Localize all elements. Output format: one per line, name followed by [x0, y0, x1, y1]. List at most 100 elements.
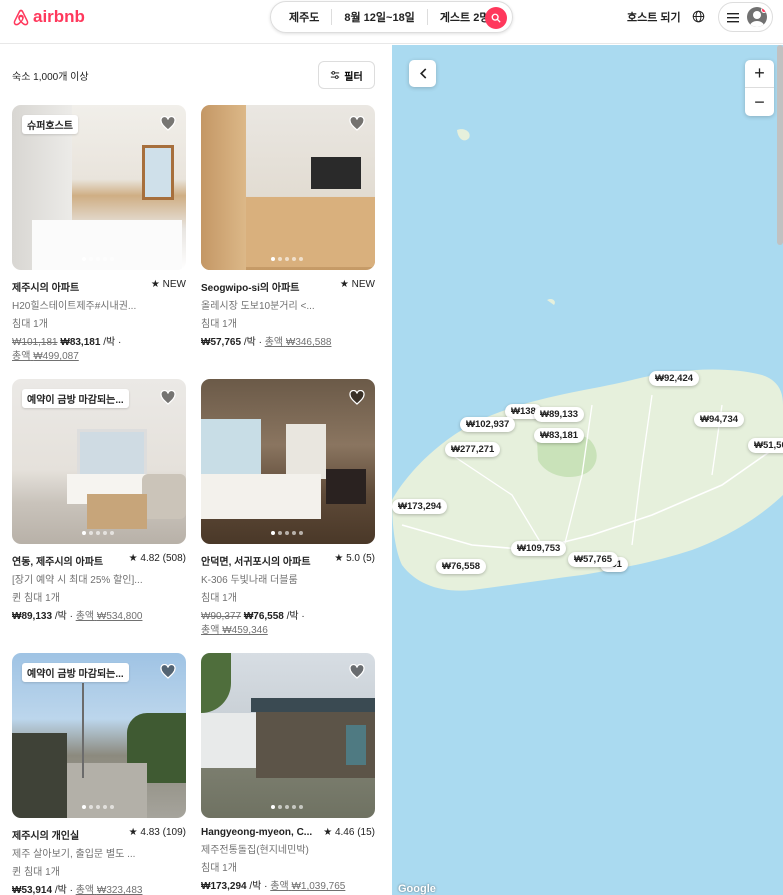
- listing-price: ₩173,294 /박 · 총액 ₩1,039,765: [201, 880, 375, 894]
- price-pin[interactable]: ₩102,937: [460, 417, 516, 432]
- listing-card[interactable]: Hangyeong-myeon, C... ★ 4.46 (15) 제주전통돌집(…: [201, 653, 375, 894]
- listing-card[interactable]: Seogwipo-si의 아파트 ★ NEW 올레시장 도보10분거리 <... …: [201, 105, 375, 350]
- photo-sofa: [142, 474, 186, 519]
- listing-photo[interactable]: [201, 653, 375, 818]
- per-night: /박 ·: [249, 881, 268, 892]
- search-bar[interactable]: 제주도 8월 12일~18일 게스트 2명: [270, 1, 513, 33]
- listing-card[interactable]: 예약이 금방 마감되는... 연동, 제주시의 아파트 ★ 4.82 (508) …: [12, 379, 186, 624]
- photo-door: [346, 725, 366, 765]
- listing-card[interactable]: 안덕면, 서귀포시의 아파트 ★ 5.0 (5) K-306 두빛나래 더블룸 침…: [201, 379, 375, 638]
- collapse-map-button[interactable]: [409, 60, 436, 87]
- listing-title: Seogwipo-si의 아파트: [201, 283, 300, 294]
- listing-rating: ★ 4.82 (508): [128, 553, 186, 564]
- original-price: ₩101,181: [12, 337, 58, 348]
- hamburger-icon: [727, 12, 739, 22]
- google-attribution: Google: [398, 883, 436, 895]
- per-night: /박 ·: [286, 611, 305, 622]
- listing-rating: ★ 4.83 (109): [128, 827, 186, 838]
- price-pin[interactable]: ₩173,294: [392, 499, 448, 514]
- globe-icon[interactable]: [692, 10, 705, 23]
- photo-stone-wall: [12, 733, 67, 818]
- price-pin[interactable]: ₩89,133: [534, 407, 585, 422]
- listing-rating: ★ 4.46 (15): [323, 827, 375, 838]
- photo-window: [142, 145, 174, 200]
- listing-title: 제주시의 개인실: [12, 831, 80, 842]
- photo-roof: [251, 698, 375, 712]
- photo-road: [67, 763, 147, 818]
- chevron-left-icon: [419, 68, 426, 79]
- zoom-out-button[interactable]: −: [745, 88, 774, 116]
- map-canvas[interactable]: [392, 45, 783, 895]
- heart-icon[interactable]: [160, 116, 176, 131]
- popular-badge: 예약이 금방 마감되는...: [22, 389, 129, 408]
- zoom-controls: + −: [745, 60, 774, 116]
- listing-photo[interactable]: 슈퍼호스트: [12, 105, 186, 270]
- listing-card[interactable]: 슈퍼호스트 제주시의 아파트 ★ NEW H20힐스테이트제주#시내권... 침대…: [12, 105, 186, 364]
- search-dates[interactable]: 8월 12일~18일: [332, 9, 426, 25]
- price-pin[interactable]: ₩277,271: [445, 442, 501, 457]
- scrollbar[interactable]: [777, 45, 783, 245]
- photo-bed: [201, 474, 321, 519]
- listing-rating: ★ 5.0 (5): [334, 553, 375, 564]
- listing-card[interactable]: 예약이 금방 마감되는... 제주시의 개인실 ★ 4.83 (109) 제주 살…: [12, 653, 186, 895]
- total-price[interactable]: 총액 ₩534,800: [76, 611, 143, 622]
- carousel-dots: [271, 257, 303, 261]
- heart-icon[interactable]: [349, 390, 365, 405]
- heart-icon[interactable]: [160, 664, 176, 679]
- user-menu-button[interactable]: [718, 2, 773, 32]
- listing-rating: ★ NEW: [339, 279, 375, 290]
- search-location[interactable]: 제주도: [271, 9, 331, 25]
- total-price[interactable]: 총액 ₩459,346: [201, 625, 268, 636]
- price-pin[interactable]: ₩92,424: [649, 371, 700, 386]
- listing-price: ₩89,133 /박 · 총액 ₩534,800: [12, 610, 186, 624]
- price-pin[interactable]: ₩76,558: [436, 559, 487, 574]
- carousel-dots: [82, 257, 114, 261]
- carousel-dots: [271, 531, 303, 535]
- listing-panel: 숙소 1,000개 이상 필터 슈퍼호스트 제주시의 아파트 ★ NEW H20힐…: [0, 45, 392, 895]
- listing-beds: 침대 1개: [201, 863, 237, 874]
- filter-button[interactable]: 필터: [318, 61, 375, 89]
- nightly-price: ₩89,133: [12, 611, 53, 622]
- listing-photo[interactable]: [201, 105, 375, 270]
- price-pin[interactable]: ₩94,734: [694, 412, 745, 427]
- listing-description: 올레시장 도보10분거리 <...: [201, 301, 315, 312]
- per-night: /박 ·: [54, 611, 73, 622]
- superhost-badge: 슈퍼호스트: [22, 115, 78, 134]
- search-button[interactable]: [485, 7, 507, 29]
- price-pin[interactable]: ₩51,50: [748, 438, 783, 453]
- photo-tv: [311, 157, 361, 189]
- photo-cabinet: [201, 105, 246, 270]
- total-price[interactable]: 총액 ₩323,483: [76, 885, 143, 895]
- total-price[interactable]: 총액 ₩346,588: [265, 337, 332, 348]
- listing-title: 연동, 제주시의 아파트: [12, 557, 104, 568]
- nightly-price: ₩76,558: [243, 611, 284, 622]
- heart-icon[interactable]: [349, 116, 365, 131]
- listing-rating: ★ NEW: [150, 279, 186, 290]
- map-panel[interactable]: + − ₩92,424 ₩138 ₩89,133 ₩94,734 ₩102,93…: [392, 45, 783, 895]
- heart-icon[interactable]: [160, 390, 176, 405]
- listing-title: Hangyeong-myeon, C...: [201, 827, 313, 838]
- listing-price: ₩53,914 /박 · 총액 ₩323,483: [12, 884, 186, 895]
- photo-desk: [246, 197, 375, 267]
- avatar: [747, 7, 767, 27]
- price-pin[interactable]: ₩83,181: [534, 428, 585, 443]
- total-price[interactable]: 총액 ₩499,087: [12, 351, 79, 362]
- zoom-in-button[interactable]: +: [745, 60, 774, 88]
- listing-photo[interactable]: 예약이 금방 마감되는...: [12, 379, 186, 544]
- listing-photo[interactable]: [201, 379, 375, 544]
- small-island: [547, 298, 555, 305]
- become-host-link[interactable]: 호스트 되기: [627, 9, 681, 25]
- price-pin[interactable]: ₩109,753: [511, 541, 567, 556]
- per-night: /박 ·: [103, 337, 122, 348]
- airbnb-icon: [13, 9, 29, 25]
- notification-dot: [761, 7, 767, 13]
- total-price[interactable]: 총액 ₩1,039,765: [270, 881, 345, 892]
- airbnb-logo[interactable]: airbnb: [12, 7, 85, 27]
- popular-badge: 예약이 금방 마감되는...: [22, 663, 129, 682]
- small-island: [457, 129, 470, 141]
- price-pin[interactable]: ₩57,765: [568, 552, 619, 567]
- photo-palm: [201, 653, 231, 713]
- heart-icon[interactable]: [349, 664, 365, 679]
- listing-price: ₩101,181 ₩83,181 /박 · 총액 ₩499,087: [12, 336, 186, 364]
- listing-photo[interactable]: 예약이 금방 마감되는...: [12, 653, 186, 818]
